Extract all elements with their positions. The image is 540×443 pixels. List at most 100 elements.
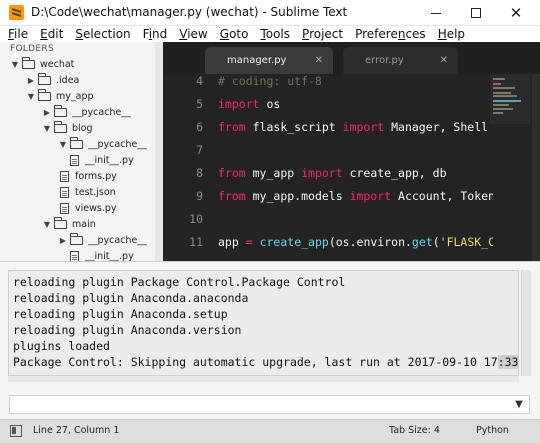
console-line: plugins loaded xyxy=(13,339,110,353)
minimize-button[interactable] xyxy=(416,0,456,26)
menu-help[interactable]: Help xyxy=(438,27,465,41)
tree-folder-my-app[interactable]: ▼ my_app xyxy=(26,88,94,104)
line-number: 7 xyxy=(196,143,203,157)
line-number: 10 xyxy=(189,212,203,226)
tree-folder-blog[interactable]: ▼ blog xyxy=(42,120,93,136)
console-line: reloading plugin Anaconda.setup xyxy=(13,307,228,321)
console-scrollbar[interactable] xyxy=(521,270,531,376)
editor-scrollbar[interactable] xyxy=(532,74,540,261)
syntax-selector[interactable]: Python xyxy=(476,425,509,436)
tree-folder-blog-pycache[interactable]: ▼ __pycache__ xyxy=(58,136,147,152)
sublime-app-icon xyxy=(9,5,24,20)
sidebar-header: FOLDERS xyxy=(10,44,54,54)
menu-project[interactable]: Project xyxy=(302,27,343,41)
tree-folder-idea[interactable]: ▶ .idea xyxy=(26,72,79,88)
tree-file-init[interactable]: __init__.py xyxy=(68,152,134,168)
sidebar-scrollbar[interactable] xyxy=(155,42,163,261)
panel-toggle-icon[interactable] xyxy=(10,425,22,437)
collapsed-arrow-icon[interactable]: ▶ xyxy=(26,76,36,85)
file-icon xyxy=(70,154,79,166)
console-horizontal-scrollbar[interactable] xyxy=(8,376,519,382)
console-line: Package Control: Skipping automatic upgr… xyxy=(13,355,518,369)
tab-size-selector[interactable]: Tab Size: 4 xyxy=(389,425,440,436)
expanded-arrow-icon[interactable]: ▼ xyxy=(42,124,52,133)
code-line: from my_app.models import Account, Token xyxy=(218,189,493,203)
file-icon xyxy=(70,250,79,261)
menu-bar: File Edit Selection Find View Goto Tools… xyxy=(0,26,540,42)
tab-manager-py[interactable]: manager.py ✕ xyxy=(205,47,333,74)
maximize-button[interactable] xyxy=(456,0,496,26)
folder-icon xyxy=(70,136,83,149)
menu-preferences[interactable]: Preferences xyxy=(355,27,426,41)
line-number: 11 xyxy=(189,235,203,249)
line-number: 8 xyxy=(196,166,203,180)
code-line: from my_app import create_app, db xyxy=(218,166,447,180)
folder-icon xyxy=(70,232,83,245)
folder-icon xyxy=(38,88,51,101)
cursor-position: Line 27, Column 1 xyxy=(33,425,120,436)
folder-icon xyxy=(54,120,67,133)
folder-icon xyxy=(54,104,67,117)
status-bar: Line 27, Column 1 Tab Size: 4 Python xyxy=(0,419,540,443)
menu-file[interactable]: File xyxy=(8,27,28,41)
console-panel: reloading plugin Package Control.Package… xyxy=(0,261,540,383)
console-line: reloading plugin Package Control.Package… xyxy=(13,275,346,289)
folder-icon xyxy=(38,72,51,85)
line-number: 4 xyxy=(196,74,203,88)
console-output[interactable]: reloading plugin Package Control.Package… xyxy=(8,270,519,376)
tree-file-main-init[interactable]: __init__.py xyxy=(68,248,134,261)
collapsed-arrow-icon[interactable]: ▶ xyxy=(42,108,52,117)
menu-edit[interactable]: Edit xyxy=(40,27,63,41)
tree-folder-wechat[interactable]: ▼ wechat xyxy=(10,56,74,72)
code-area[interactable]: # coding: utf-8 import os from flask_scr… xyxy=(208,74,493,261)
code-line: from flask_script import Manager, Shell xyxy=(218,120,489,134)
line-number-gutter: 4 5 6 7 8 9 10 11 xyxy=(163,74,208,261)
menu-tools[interactable]: Tools xyxy=(260,27,290,41)
close-button[interactable]: ✕ xyxy=(496,0,536,26)
tree-file-forms[interactable]: forms.py xyxy=(58,168,117,184)
menu-goto[interactable]: Goto xyxy=(220,27,249,41)
expanded-arrow-icon[interactable]: ▼ xyxy=(26,92,36,101)
file-icon xyxy=(60,170,69,182)
title-bar: D:\Code\wechat\manager.py (wechat) - Sub… xyxy=(0,0,540,26)
expanded-arrow-icon[interactable]: ▼ xyxy=(10,60,20,69)
minimap[interactable] xyxy=(490,74,530,124)
tree-file-views[interactable]: views.py xyxy=(58,200,117,216)
line-number: 6 xyxy=(196,120,203,134)
collapsed-arrow-icon[interactable]: ▶ xyxy=(58,236,68,245)
tab-bar: manager.py ✕ error.py ✕ xyxy=(163,42,540,74)
folder-icon xyxy=(54,216,67,229)
close-icon: ✕ xyxy=(509,3,523,22)
menu-view[interactable]: View xyxy=(179,27,207,41)
console-line: reloading plugin Anaconda.anaconda xyxy=(13,291,249,305)
tree-folder-main[interactable]: ▼ main xyxy=(42,216,96,232)
tab-error-py[interactable]: error.py ✕ xyxy=(343,47,458,74)
selection-highlight: :33:00 xyxy=(497,355,518,369)
chevron-down-icon[interactable]: ▼ xyxy=(512,396,526,413)
code-line: import os xyxy=(218,97,281,111)
console-line: reloading plugin Anaconda.version xyxy=(13,323,242,337)
console-input-bar: ▼ xyxy=(0,383,540,419)
tree-folder-main-pycache[interactable]: ▶ __pycache__ xyxy=(42,232,147,248)
minimize-icon xyxy=(431,12,441,14)
editor: manager.py ✕ error.py ✕ 4 5 6 7 8 9 10 1… xyxy=(163,42,540,261)
tab-close-icon[interactable]: ✕ xyxy=(440,55,448,66)
expanded-arrow-icon[interactable]: ▼ xyxy=(42,220,52,229)
file-icon xyxy=(60,202,69,214)
tree-folder-pycache[interactable]: ▶ __pycache__ xyxy=(42,104,131,120)
file-icon xyxy=(60,186,69,198)
menu-find[interactable]: Find xyxy=(143,27,168,41)
folder-icon xyxy=(22,56,35,69)
maximize-icon xyxy=(471,8,481,18)
window-title: D:\Code\wechat\manager.py (wechat) - Sub… xyxy=(31,5,348,19)
tab-close-icon[interactable]: ✕ xyxy=(315,55,323,66)
code-line: app = create_app(os.environ.get('FLASK_C… xyxy=(218,235,493,249)
expanded-arrow-icon[interactable]: ▼ xyxy=(58,140,68,149)
menu-selection[interactable]: Selection xyxy=(75,27,130,41)
code-line: # coding: utf-8 xyxy=(218,74,322,88)
sidebar: FOLDERS ▼ wechat ▶ .idea ▼ my_app ▶ __pycach… xyxy=(0,42,163,261)
line-number: 5 xyxy=(196,97,203,111)
console-input[interactable]: ▼ xyxy=(9,395,530,414)
line-number: 9 xyxy=(196,189,203,203)
tree-file-test-json[interactable]: test.json xyxy=(58,184,116,200)
